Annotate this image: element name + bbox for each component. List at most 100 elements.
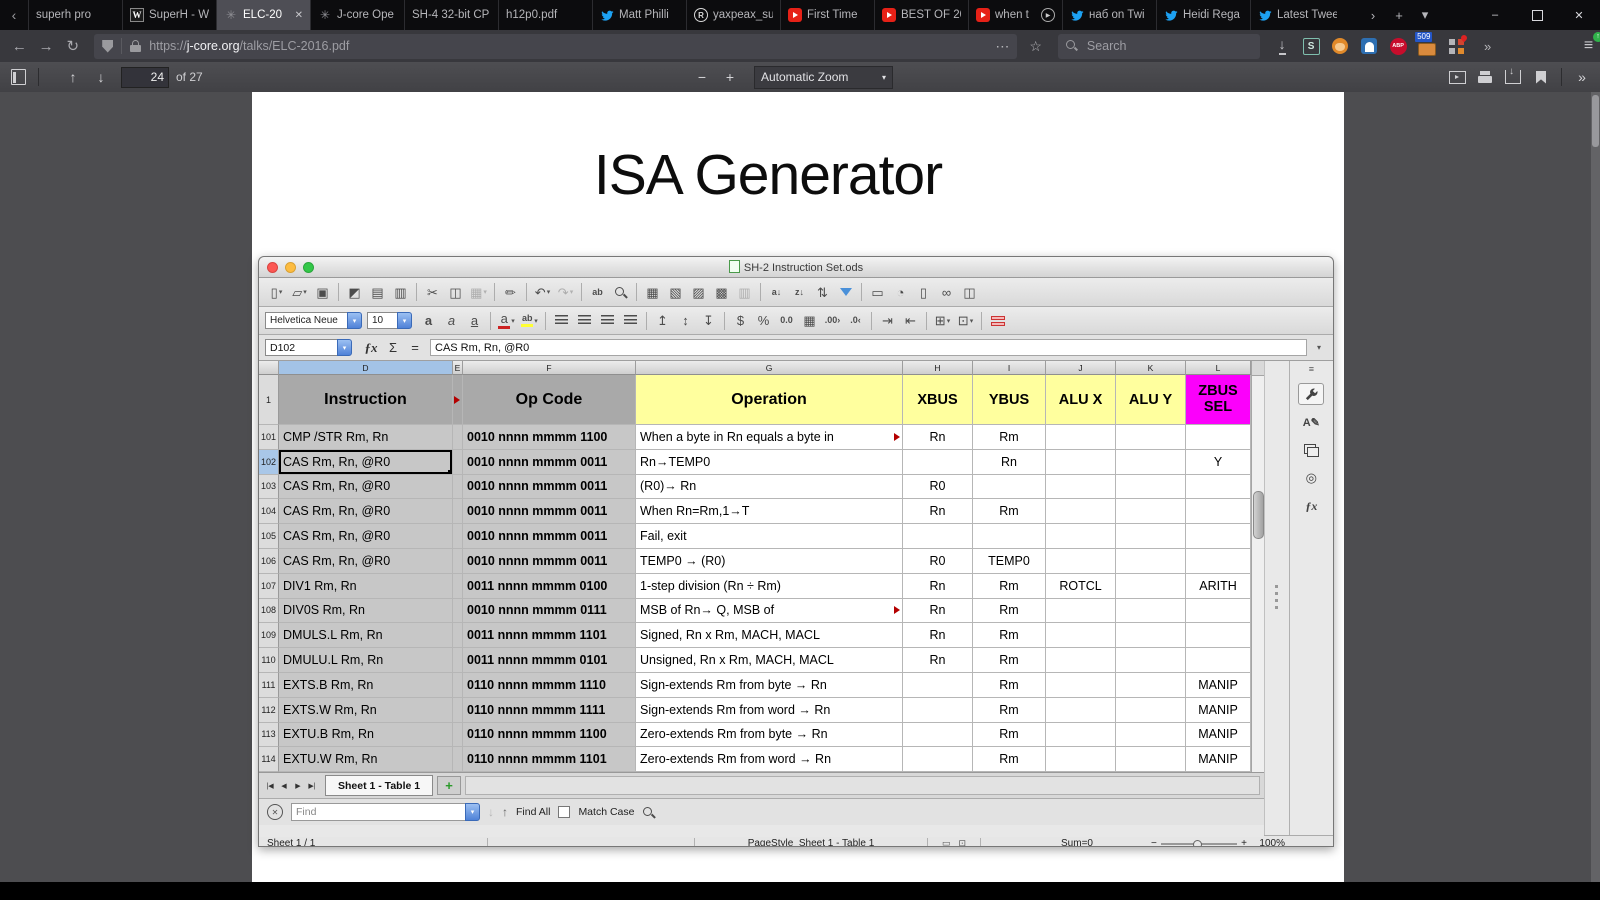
new-tab-button[interactable]: + bbox=[1386, 0, 1412, 30]
cell-L101[interactable] bbox=[1186, 425, 1251, 450]
cell-D110[interactable]: DMULU.L Rm, Rn bbox=[279, 648, 453, 673]
find-previous-icon[interactable]: ↑ bbox=[502, 805, 508, 819]
column-header-L[interactable]: L bbox=[1186, 361, 1251, 375]
find-and-replace-icon[interactable] bbox=[642, 806, 655, 819]
zoom-out-button[interactable]: − bbox=[688, 64, 716, 90]
cell-E111[interactable] bbox=[453, 673, 463, 698]
cell-H113[interactable] bbox=[903, 723, 973, 748]
select-all-corner[interactable] bbox=[259, 361, 279, 375]
delete-decimal-icon[interactable]: .0‹ bbox=[844, 309, 867, 332]
cell-I109[interactable]: Rm bbox=[973, 623, 1046, 648]
insert-image-icon[interactable]: ▭ bbox=[866, 281, 889, 304]
cell-J108[interactable] bbox=[1046, 599, 1116, 624]
row-header-104[interactable]: 104 bbox=[259, 499, 279, 524]
cell-I105[interactable] bbox=[973, 524, 1046, 549]
cell-J105[interactable] bbox=[1046, 524, 1116, 549]
cell-E109[interactable] bbox=[453, 623, 463, 648]
cell-F108[interactable]: 0010 nnnn mmmm 0111 bbox=[463, 599, 636, 624]
align-right-icon[interactable] bbox=[596, 309, 619, 332]
copy-icon[interactable]: ◫ bbox=[444, 281, 467, 304]
cell-E104[interactable] bbox=[453, 499, 463, 524]
download-button[interactable] bbox=[1499, 64, 1527, 90]
tab-14[interactable]: Latest Twee bbox=[1250, 0, 1344, 30]
cell-D114[interactable]: EXTU.W Rm, Rn bbox=[279, 747, 453, 772]
align-bottom-icon[interactable]: ↧ bbox=[697, 309, 720, 332]
sheet-tab[interactable]: Sheet 1 - Table 1 bbox=[325, 775, 433, 796]
cell-F113[interactable]: 0110 nnnn mmmm 1100 bbox=[463, 723, 636, 748]
search-bar[interactable] bbox=[1058, 34, 1260, 59]
cell-H104[interactable]: Rn bbox=[903, 499, 973, 524]
header-cell-xbus[interactable]: XBUS bbox=[903, 375, 973, 425]
back-button[interactable]: ← bbox=[6, 32, 33, 60]
cell-J104[interactable] bbox=[1046, 499, 1116, 524]
zoom-percent-label[interactable]: 100% bbox=[1247, 838, 1293, 847]
close-window-button[interactable]: ✕ bbox=[1558, 0, 1600, 30]
cut-icon[interactable]: ✂ bbox=[421, 281, 444, 304]
cell-D109[interactable]: DMULS.L Rm, Rn bbox=[279, 623, 453, 648]
url-text[interactable]: https://j-core.org/talks/ELC-2016.pdf bbox=[149, 39, 989, 53]
split-window-icon[interactable]: ◫ bbox=[958, 281, 981, 304]
cell-K105[interactable] bbox=[1116, 524, 1186, 549]
cell-I101[interactable]: Rm bbox=[973, 425, 1046, 450]
match-case-checkbox[interactable] bbox=[558, 806, 570, 818]
cell-L102[interactable]: Y bbox=[1186, 450, 1251, 475]
tab-9[interactable]: First Time bbox=[780, 0, 874, 30]
cell-H110[interactable]: Rn bbox=[903, 648, 973, 673]
first-sheet-icon[interactable]: |◀ bbox=[263, 778, 277, 794]
row-header-106[interactable]: 106 bbox=[259, 549, 279, 574]
next-sheet-icon[interactable]: ▶ bbox=[291, 778, 305, 794]
cell-L108[interactable] bbox=[1186, 599, 1251, 624]
insert-chart-icon[interactable]: ◔ bbox=[889, 281, 912, 304]
column-header-D[interactable]: D bbox=[279, 361, 453, 375]
column-header-J[interactable]: J bbox=[1046, 361, 1116, 375]
tab-6[interactable]: h12p0.pdf bbox=[498, 0, 592, 30]
cell-E108[interactable] bbox=[453, 599, 463, 624]
reload-button[interactable]: ↻ bbox=[59, 32, 86, 60]
cell-H103[interactable]: R0 bbox=[903, 475, 973, 500]
cell-I104[interactable]: Rm bbox=[973, 499, 1046, 524]
header-cell-ybus[interactable]: YBUS bbox=[973, 375, 1046, 425]
cell-L112[interactable]: MANIP bbox=[1186, 698, 1251, 723]
sort-icon[interactable]: ⇅ bbox=[811, 281, 834, 304]
bookmark-button[interactable] bbox=[1527, 64, 1555, 90]
cell-K103[interactable] bbox=[1116, 475, 1186, 500]
https-lock-icon[interactable] bbox=[130, 40, 141, 53]
cell-G106[interactable]: TEMP0 → (R0) bbox=[636, 549, 903, 574]
cell-K107[interactable] bbox=[1116, 574, 1186, 599]
font-size-combobox[interactable]: 10 ▾ bbox=[367, 312, 412, 329]
cell-F102[interactable]: 0010 nnnn mmmm 0011 bbox=[463, 450, 636, 475]
formula-equals-icon[interactable]: = bbox=[404, 340, 426, 355]
tab-media-playing-icon[interactable]: ▶ bbox=[1041, 8, 1055, 22]
cell-E114[interactable] bbox=[453, 747, 463, 772]
increase-indent-icon[interactable]: ⇥ bbox=[876, 309, 899, 332]
column-header-E[interactable]: E bbox=[453, 361, 463, 375]
cell-H111[interactable] bbox=[903, 673, 973, 698]
cell-E105[interactable] bbox=[453, 524, 463, 549]
cell-G107[interactable]: 1-step division (Rn ÷ Rm) bbox=[636, 574, 903, 599]
cell-K113[interactable] bbox=[1116, 723, 1186, 748]
cell-I112[interactable]: Rm bbox=[973, 698, 1046, 723]
cell-E103[interactable] bbox=[453, 475, 463, 500]
tab-scroll-left-icon[interactable]: ‹ bbox=[0, 0, 28, 30]
navigator-deck-icon[interactable]: ◎ bbox=[1298, 467, 1324, 489]
edit-mode-icon[interactable]: ◩ bbox=[343, 281, 366, 304]
cell-E106[interactable] bbox=[453, 549, 463, 574]
cell-H109[interactable]: Rn bbox=[903, 623, 973, 648]
cell-L110[interactable] bbox=[1186, 648, 1251, 673]
search-input[interactable] bbox=[1085, 38, 1229, 54]
align-justify-icon[interactable] bbox=[619, 309, 642, 332]
cell-F111[interactable]: 0110 nnnn mmmm 1110 bbox=[463, 673, 636, 698]
gallery-deck-icon[interactable] bbox=[1298, 439, 1324, 461]
open-icon[interactable]: ▱▾ bbox=[288, 281, 311, 304]
zoom-level-dropdown[interactable]: Automatic Zoom ▾ bbox=[754, 66, 893, 89]
font-color-icon[interactable]: a▾ bbox=[495, 309, 518, 332]
tab-5[interactable]: SH-4 32-bit CP bbox=[404, 0, 498, 30]
scrollbar-thumb[interactable] bbox=[1253, 491, 1264, 539]
cell-L111[interactable]: MANIP bbox=[1186, 673, 1251, 698]
cell-J102[interactable] bbox=[1046, 450, 1116, 475]
row-header-110[interactable]: 110 bbox=[259, 648, 279, 673]
add-decimal-icon[interactable]: .00› bbox=[821, 309, 844, 332]
sum-icon[interactable]: Σ bbox=[382, 340, 404, 355]
cell-K108[interactable] bbox=[1116, 599, 1186, 624]
text-box-icon[interactable]: ▯ bbox=[912, 281, 935, 304]
